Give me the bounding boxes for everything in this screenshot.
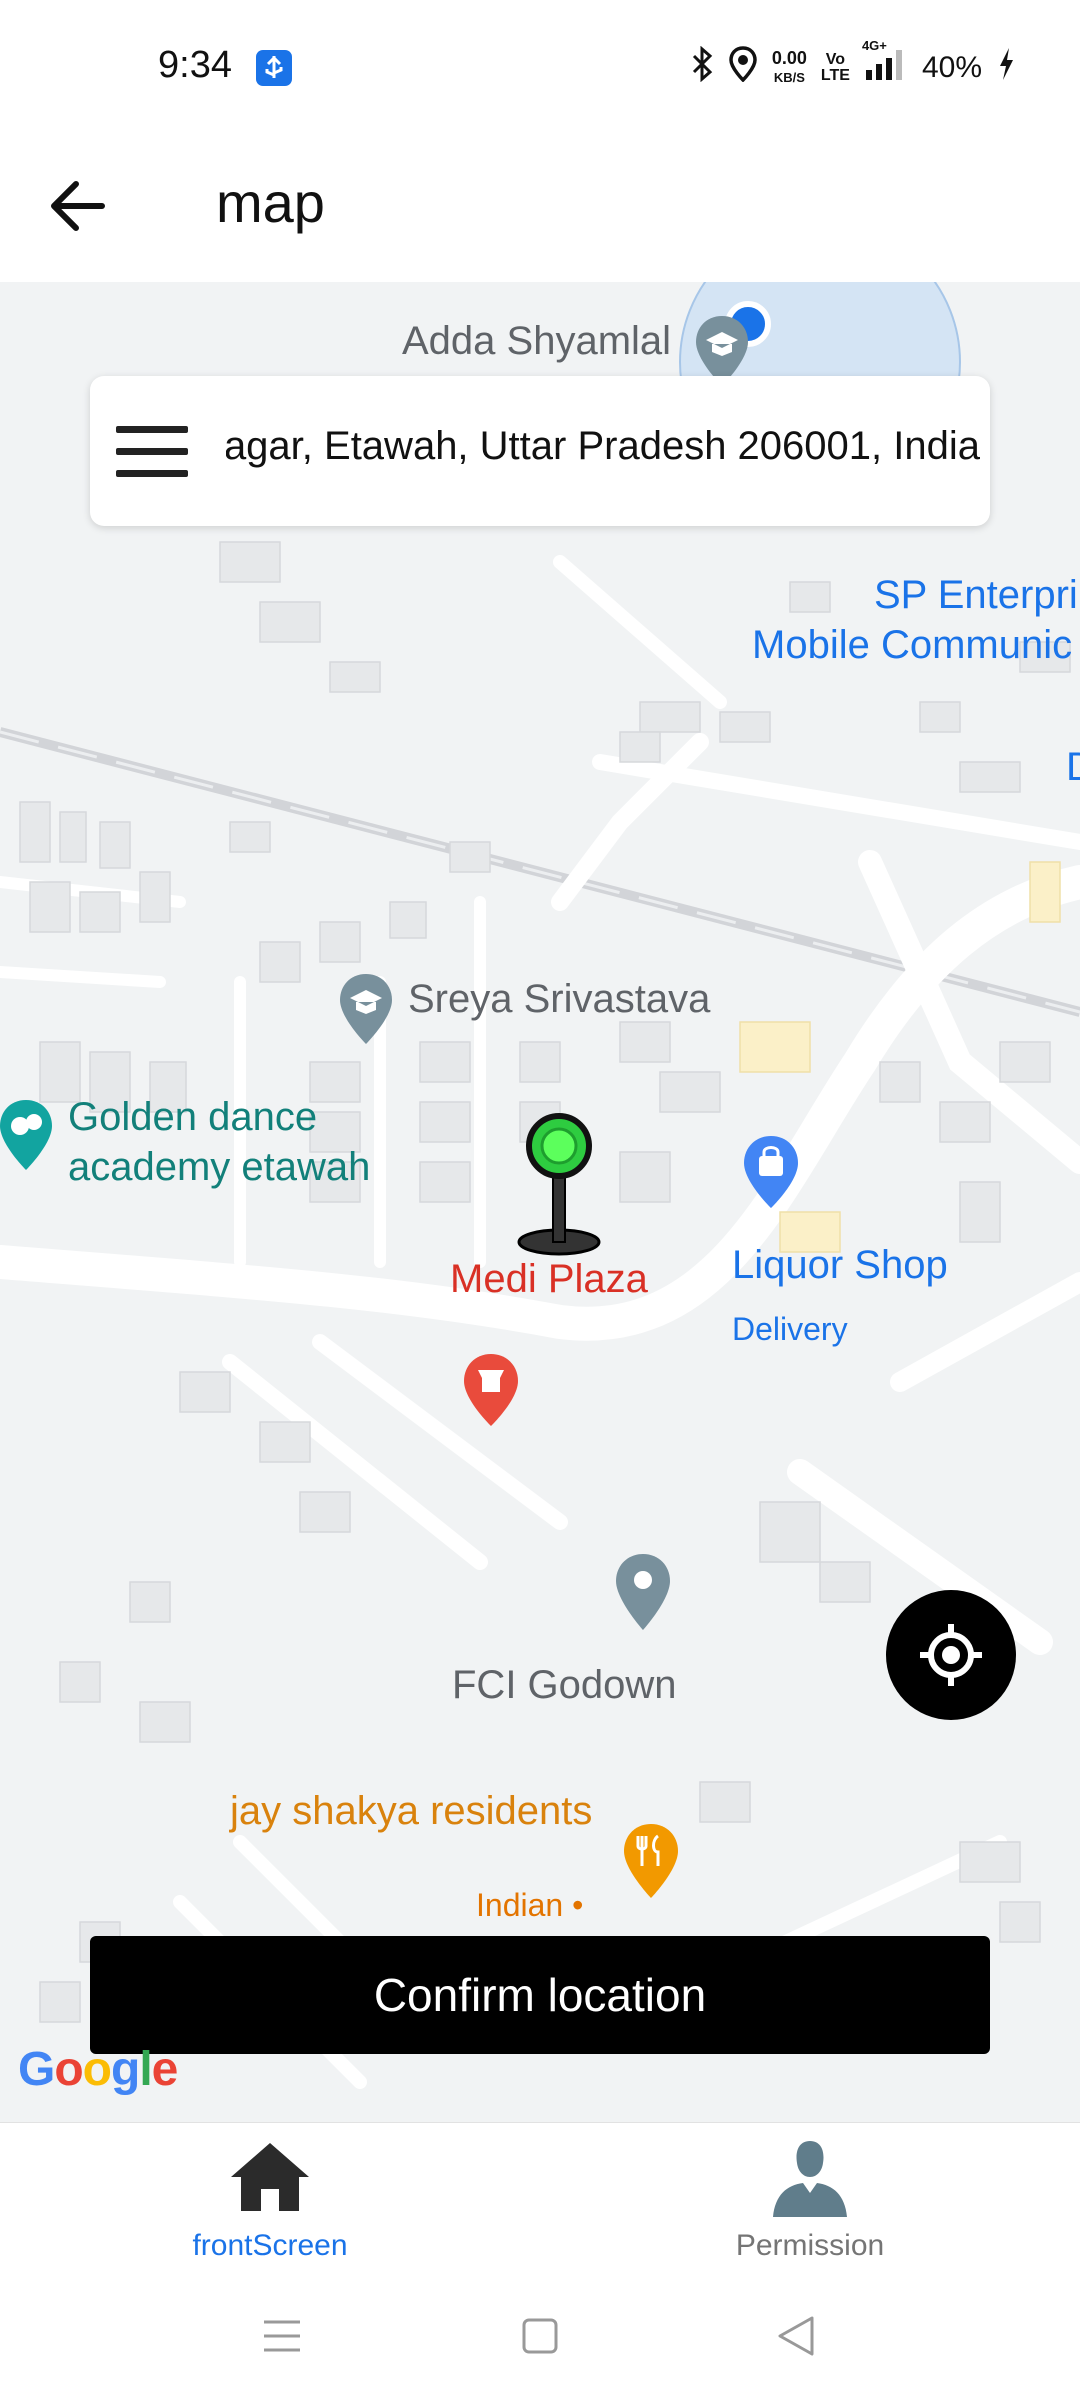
status-time: 9:34 [158, 44, 232, 86]
poi-adda-shyamlal[interactable]: Adda Shyamlal [402, 316, 671, 366]
address-text[interactable]: Tilak Nagar, Etawah, Uttar Pradesh 20600… [226, 424, 980, 469]
speed-unit: KB/S [773, 70, 805, 85]
nav-label-frontscreen: frontScreen [192, 2229, 348, 2262]
battery-level: 40% [921, 51, 982, 84]
poi-delivery: Delivery [732, 1311, 848, 1347]
hamburger-menu-icon[interactable] [116, 426, 188, 478]
poi-sp-enterprise[interactable]: SP Enterpri [874, 570, 1078, 620]
school-pin-icon[interactable] [336, 972, 396, 1051]
poi-golden-dance[interactable]: Golden dance [68, 1092, 317, 1142]
nav-item-permission[interactable]: Permission [660, 2137, 960, 2263]
volte-top: Vo [825, 51, 846, 68]
google-logo: Google [18, 2043, 178, 2096]
network-type: 4G+ [861, 38, 887, 53]
page-title: map [216, 171, 325, 234]
person-icon [773, 2141, 847, 2217]
home-icon [231, 2143, 309, 2211]
speed-value: 0.00 [771, 48, 807, 68]
crosshair-icon [920, 1624, 982, 1686]
poi-sreya-srivastava[interactable]: Sreya Srivastava [408, 974, 710, 1024]
poi-liquor-shop[interactable]: Liquor Shop [732, 1240, 948, 1290]
bluetooth-icon [690, 45, 714, 90]
confirm-location-button[interactable]: Confirm location [90, 1936, 990, 2054]
poi-edge-label[interactable]: D [1066, 742, 1080, 792]
nav-item-frontscreen[interactable]: frontScreen [120, 2137, 420, 2263]
place-pin-icon[interactable] [612, 1552, 674, 1637]
nav-label-permission: Permission [735, 2229, 885, 2262]
dance-pin-icon[interactable] [0, 1098, 56, 1177]
status-bar: 9:34 0.00 KB/S Vo LTE 4G+ 40% [0, 0, 1080, 140]
address-search-bar[interactable]: Tilak Nagar, Etawah, Uttar Pradesh 20600… [90, 376, 990, 526]
poi-fci-godown[interactable]: FCI Godown [452, 1660, 677, 1710]
shopping-bag-pin-icon[interactable] [740, 1134, 802, 1215]
menu-icon[interactable] [262, 2318, 302, 2359]
back-triangle-icon[interactable] [774, 2314, 818, 2363]
network-speed: 0.00 KB/S [772, 49, 807, 87]
usb-icon [256, 50, 292, 86]
system-navigation-bar [0, 2280, 1080, 2400]
map-view[interactable]: Adda Shyamlal SP Enterpri Mobile Communi… [0, 282, 1080, 2122]
location-picker-pin-icon[interactable] [514, 1112, 604, 1267]
signal-icon: 4G+ [862, 38, 908, 90]
restaurant-pin-icon[interactable] [620, 1822, 682, 1905]
pharmacy-pin-icon[interactable] [460, 1352, 522, 1433]
volte-indicator: Vo LTE [821, 52, 850, 84]
arrow-left-icon[interactable] [44, 170, 114, 240]
bottom-navigation: frontScreen Permission [0, 2122, 1080, 2281]
my-location-button[interactable] [886, 1590, 1016, 1720]
location-icon [728, 46, 758, 90]
volte-bottom: LTE [820, 67, 850, 84]
poi-indian: Indian • [476, 1887, 584, 1923]
home-square-icon[interactable] [520, 2316, 560, 2361]
poi-jay-shakya[interactable]: jay shakya residents [230, 1786, 592, 1836]
poi-golden-dance-line2[interactable]: academy etawah [68, 1142, 370, 1192]
app-bar: map [0, 140, 1080, 282]
charging-icon [996, 46, 1016, 90]
poi-sp-enterprise-line2[interactable]: Mobile Communic [752, 620, 1072, 670]
